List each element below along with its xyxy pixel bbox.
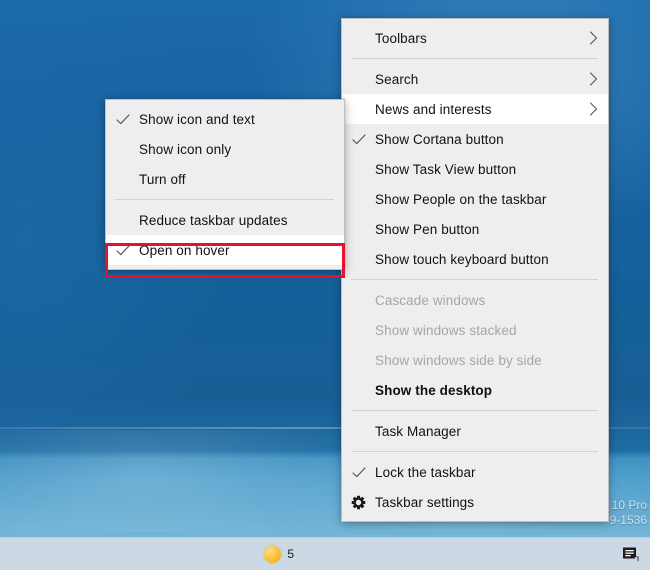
menu-item-label: Taskbar settings [375, 494, 475, 510]
chevron-right-icon [589, 72, 598, 86]
menu-item-label: Show Pen button [375, 221, 480, 237]
checkmark-icon [115, 244, 130, 255]
menu-item-label: Show Task View button [375, 161, 517, 177]
menu-item[interactable]: Show the desktop [342, 375, 608, 405]
menu-item-label: Cascade windows [375, 292, 486, 308]
menu-separator [351, 451, 598, 452]
menu-item[interactable]: News and interests [342, 94, 608, 124]
sun-icon [264, 545, 282, 563]
menu-item-label: Search [375, 71, 419, 87]
menu-item-label: Show windows stacked [375, 322, 517, 338]
taskbar[interactable]: 5 [0, 537, 650, 570]
menu-item-label: Task Manager [375, 423, 461, 439]
chevron-right-icon [589, 31, 598, 45]
checkmark-icon [351, 133, 366, 144]
menu-item: Show windows side by side [342, 345, 608, 375]
menu-item-label: Show Cortana button [375, 131, 504, 147]
menu-item-label: Show windows side by side [375, 352, 542, 368]
menu-item[interactable]: Show touch keyboard button [342, 244, 608, 274]
weather-temperature-label: 5 [287, 547, 294, 561]
menu-item: Show windows stacked [342, 315, 608, 345]
menu-item-gutter [106, 244, 139, 256]
menu-item-label: Show touch keyboard button [375, 251, 549, 267]
menu-item[interactable]: Reduce taskbar updates [106, 205, 344, 235]
menu-item[interactable]: Taskbar settings [342, 487, 608, 517]
system-tray[interactable] [616, 538, 650, 570]
menu-item[interactable]: Show icon and text [106, 104, 344, 134]
menu-item[interactable]: Show Task View button [342, 154, 608, 184]
chevron-right-icon [589, 102, 598, 116]
menu-item-gutter [342, 495, 375, 510]
action-center-icon[interactable] [616, 538, 646, 570]
menu-item[interactable]: Open on hover [106, 235, 344, 265]
menu-item: Cascade windows [342, 285, 608, 315]
menu-item[interactable]: Show icon only [106, 134, 344, 164]
menu-item[interactable]: Turn off [106, 164, 344, 194]
menu-separator [351, 279, 598, 280]
desktop-screen: 10 Pro 9-1536 5 Toolbars Search News and i… [0, 0, 650, 570]
menu-item-label: Open on hover [139, 242, 230, 258]
menu-item-gutter [106, 113, 139, 125]
menu-item-gutter [342, 133, 375, 145]
menu-item-label: Show People on the taskbar [375, 191, 547, 207]
menu-item[interactable]: Show Pen button [342, 214, 608, 244]
menu-item[interactable]: Toolbars [342, 23, 608, 53]
taskbar-weather-widget[interactable]: 5 [260, 538, 300, 570]
checkmark-icon [351, 466, 366, 477]
news-and-interests-submenu[interactable]: Show icon and text Show icon only Turn off… [105, 99, 345, 270]
gear-icon [351, 495, 366, 509]
menu-item[interactable]: Show Cortana button [342, 124, 608, 154]
menu-item-label: News and interests [375, 101, 492, 117]
menu-item-label: Show the desktop [375, 382, 493, 398]
menu-separator [351, 58, 598, 59]
menu-separator [351, 410, 598, 411]
menu-item-label: Show icon and text [139, 111, 255, 127]
menu-item-gutter [342, 466, 375, 478]
menu-item-label: Show icon only [139, 141, 232, 157]
menu-item-label: Lock the taskbar [375, 464, 476, 480]
menu-item[interactable]: Task Manager [342, 416, 608, 446]
menu-item[interactable]: Lock the taskbar [342, 457, 608, 487]
menu-item[interactable]: Search [342, 64, 608, 94]
menu-item-label: Turn off [139, 171, 186, 187]
menu-separator [115, 199, 334, 200]
menu-item-label: Reduce taskbar updates [139, 212, 288, 228]
menu-item[interactable]: Show People on the taskbar [342, 184, 608, 214]
taskbar-context-menu[interactable]: Toolbars Search News and interests Show Cor… [341, 18, 609, 522]
menu-item-label: Toolbars [375, 30, 427, 46]
checkmark-icon [115, 113, 130, 124]
